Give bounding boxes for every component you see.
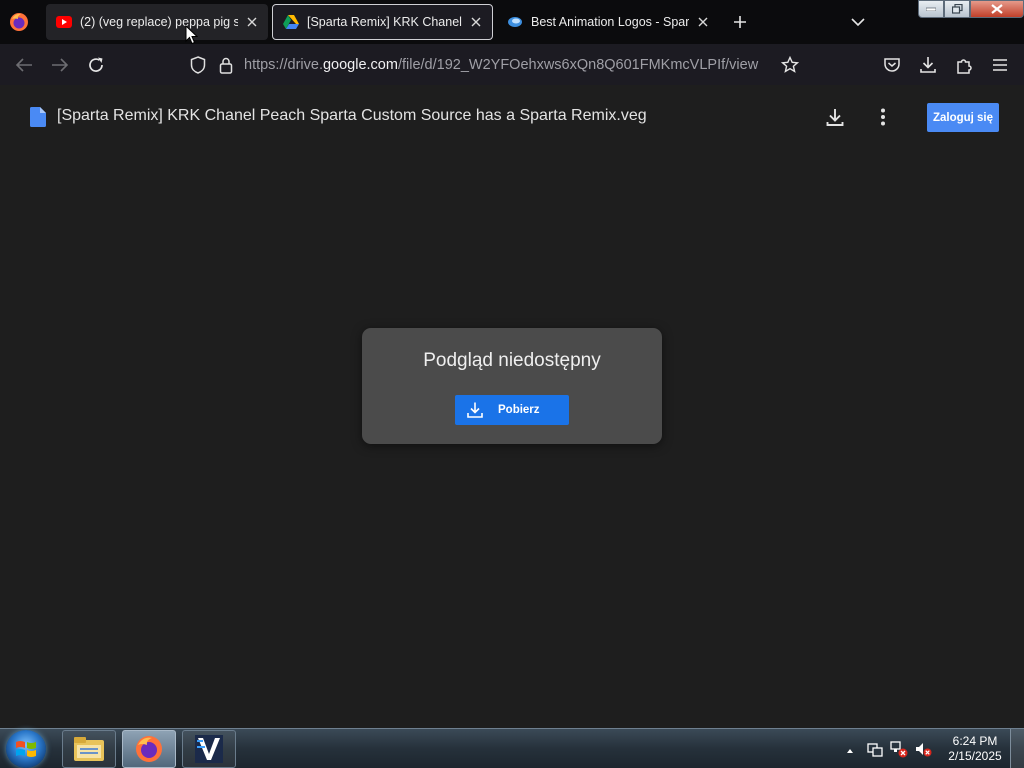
restore-window-button[interactable] — [944, 0, 970, 18]
google-drive-icon — [283, 14, 299, 30]
url-path: /file/d/192_W2YFOehxws6xQn8Q601FMKmcVLPI… — [397, 57, 759, 73]
mouse-cursor-icon — [185, 24, 199, 45]
hamburger-menu-icon[interactable] — [990, 55, 1010, 75]
system-clock[interactable]: 6:24 PM 2/15/2025 — [940, 734, 1010, 764]
lock-icon[interactable] — [216, 55, 236, 75]
forward-arrow-icon[interactable] — [50, 55, 70, 75]
close-tab-icon[interactable] — [244, 14, 260, 30]
close-tab-icon[interactable] — [468, 14, 484, 30]
bookmark-star-icon[interactable] — [780, 55, 800, 75]
action-center-flag-icon[interactable] — [866, 740, 884, 758]
new-tab-plus-icon[interactable] — [730, 12, 750, 32]
tab-title: (2) (veg replace) peppa pig sparta — [80, 15, 238, 29]
preview-unavailable-message: Podgląd niedostępny — [423, 350, 601, 371]
extensions-puzzle-icon[interactable] — [954, 55, 974, 75]
download-button[interactable]: Pobierz — [455, 395, 569, 425]
minimize-window-button[interactable] — [918, 0, 944, 18]
network-disconnected-icon[interactable] — [890, 740, 908, 758]
start-button[interactable] — [6, 730, 46, 768]
reload-icon[interactable] — [86, 55, 106, 75]
close-tab-icon[interactable] — [695, 14, 711, 30]
tab-animation-logos[interactable]: Best Animation Logos - Sparta Logo — [497, 4, 719, 40]
windows-taskbar: 6:24 PM 2/15/2025 — [0, 728, 1024, 768]
tab-title: Best Animation Logos - Sparta Logo — [531, 15, 689, 29]
navigation-toolbar: https://drive.google.com/file/d/192_W2YF… — [0, 44, 1024, 85]
tab-strip: (2) (veg replace) peppa pig sparta [Spar… — [0, 0, 1024, 44]
clock-time: 6:24 PM — [952, 734, 998, 748]
downloads-icon[interactable] — [918, 55, 938, 75]
pocket-icon[interactable] — [882, 55, 902, 75]
download-icon[interactable] — [824, 106, 846, 128]
window-controls — [918, 0, 1024, 18]
tab-title: [Sparta Remix] KRK Chanel Peach — [307, 15, 462, 29]
file-title: [Sparta Remix] KRK Chanel Peach Sparta C… — [57, 107, 647, 124]
volume-muted-icon[interactable] — [914, 740, 932, 758]
download-icon — [467, 402, 483, 418]
video-editor-icon — [195, 735, 223, 763]
tracking-protection-shield-icon[interactable] — [188, 55, 208, 75]
file-explorer-taskbar-button[interactable] — [62, 730, 116, 768]
firefox-view-icon[interactable] — [8, 11, 30, 33]
back-arrow-icon[interactable] — [14, 55, 34, 75]
youtube-icon — [56, 14, 72, 30]
preview-unavailable-card: Podgląd niedostępny Pobierz — [362, 328, 662, 444]
more-options-icon[interactable] — [872, 106, 894, 128]
document-file-icon — [30, 107, 46, 127]
download-button-label: Pobierz — [498, 404, 540, 416]
clock-date: 2/15/2025 — [948, 749, 1002, 763]
show-desktop-button[interactable] — [1010, 729, 1024, 768]
video-editor-taskbar-button[interactable] — [182, 730, 236, 768]
sign-in-button[interactable]: Zaloguj się — [927, 103, 999, 132]
screen: (2) (veg replace) peppa pig sparta [Spar… — [0, 0, 1024, 768]
address-bar-url[interactable]: https://drive.google.com/file/d/192_W2YF… — [244, 57, 758, 73]
windows-logo-icon — [16, 741, 36, 757]
chevron-down-icon[interactable] — [848, 12, 868, 32]
show-hidden-icons-arrow-icon[interactable] — [845, 743, 855, 753]
drive-file-header: [Sparta Remix] KRK Chanel Peach Sparta C… — [0, 85, 1024, 147]
tab-google-drive[interactable]: [Sparta Remix] KRK Chanel Peach — [272, 4, 493, 40]
close-window-button[interactable] — [970, 0, 1024, 18]
url-prefix: https://drive. — [244, 57, 323, 73]
firefox-taskbar-button[interactable] — [122, 730, 176, 768]
firefox-icon — [136, 736, 162, 762]
file-explorer-icon — [74, 737, 104, 761]
url-host: google.com — [322, 57, 398, 73]
tab-youtube[interactable]: (2) (veg replace) peppa pig sparta — [46, 4, 268, 40]
blue-swirl-icon — [507, 14, 523, 30]
